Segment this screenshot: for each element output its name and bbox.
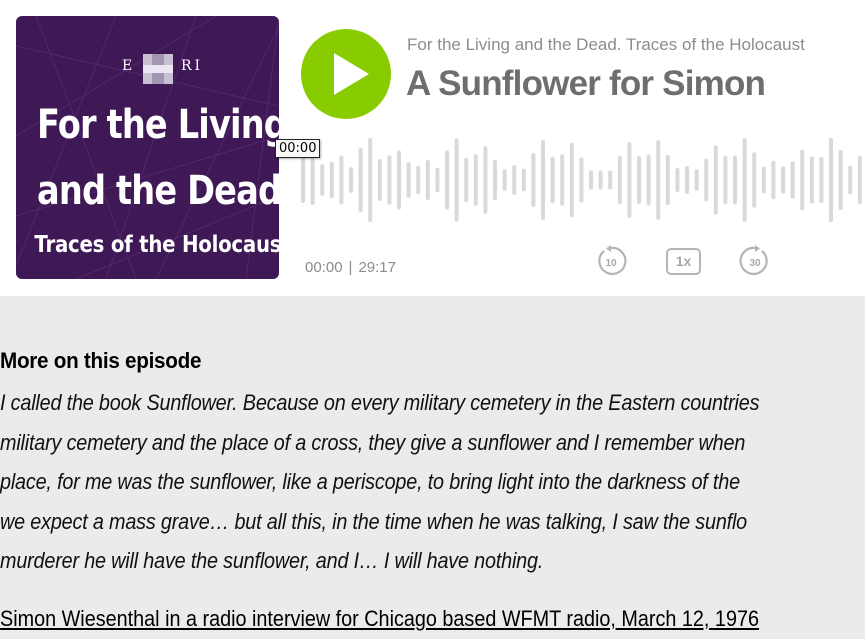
waveform-bar [406, 162, 411, 198]
logo-letter-e: E [122, 58, 136, 74]
podcast-cover-art: E RI For the Living and the Dead Traces … [16, 16, 279, 279]
waveform-bar [790, 161, 795, 199]
waveform-bar [781, 166, 785, 194]
waveform-bar [829, 138, 833, 222]
hover-time-tooltip: 00:00 [275, 139, 321, 158]
waveform-bar [377, 159, 382, 201]
podcast-player: E RI For the Living and the Dead Traces … [0, 0, 865, 296]
waveform-bar [723, 155, 728, 205]
rewind-label: 10 [605, 258, 617, 269]
waveform-bar [761, 166, 766, 194]
waveform-bar [541, 139, 545, 221]
waveform-bar [464, 157, 469, 203]
play-icon [334, 53, 369, 95]
waveform-bar [848, 165, 853, 195]
waveform-bar [320, 164, 325, 196]
time-readout: 00:00 | 29:17 [305, 259, 396, 276]
cover-title-line-1: For the Living [37, 102, 279, 148]
waveform-bar [800, 149, 805, 211]
waveform-bar [752, 152, 757, 208]
episode-quote: I called the book Sunflower. Because on … [0, 383, 865, 581]
waveform-bar [425, 160, 430, 200]
waveform-bar [473, 154, 478, 206]
waveform-bar [560, 154, 565, 206]
waveform-bar [512, 165, 517, 195]
waveform-bar [771, 160, 776, 200]
waveform-bar [531, 153, 536, 207]
waveform-bar [310, 155, 315, 205]
waveform-bar [665, 154, 670, 206]
episode-notes-heading: More on this episode [0, 348, 202, 373]
waveform-bar [416, 165, 421, 195]
waveform-bar [637, 155, 641, 205]
waveform-bar [358, 148, 363, 212]
cover-title-line-2: and the Dead [37, 168, 279, 214]
waveform-bar [675, 168, 680, 192]
waveform-bar [483, 146, 488, 214]
waveform-bar [502, 168, 507, 192]
waveform-bar [589, 170, 593, 190]
current-time: 00:00 [305, 259, 343, 276]
waveform-bar [809, 156, 814, 204]
waveform-bar [387, 155, 392, 205]
waveform-bar [521, 168, 526, 192]
waveform-bar [339, 155, 344, 205]
waveform-bar [694, 169, 699, 191]
waveform-bar [704, 158, 709, 202]
waveform-bar [550, 156, 555, 204]
waveform-bar [569, 142, 574, 218]
duration: 29:17 [358, 259, 396, 276]
waveform-bar [368, 138, 373, 222]
waveform-bar [617, 155, 622, 205]
attribution-link[interactable]: Simon Wiesenthal in a radio interview fo… [0, 603, 759, 635]
quote-line: place, for me was the sunflower, like a … [0, 469, 740, 494]
forward-label: 30 [749, 258, 761, 269]
cover-subtitle: Traces of the Holocaust [34, 232, 279, 258]
waveform-bar [598, 170, 603, 190]
waveform-bar [579, 157, 584, 203]
waveform-bar [349, 167, 353, 193]
play-button[interactable] [301, 29, 391, 119]
waveform-bar [857, 155, 862, 205]
playback-speed-button[interactable]: 1x [666, 248, 701, 275]
waveform-bar [819, 156, 824, 204]
waveform-bar [301, 157, 305, 203]
episode-title: A Sunflower for Simon [406, 64, 766, 103]
series-title: For the Living and the Dead. Traces of t… [407, 35, 805, 54]
waveform-bar [838, 149, 843, 211]
waveform-bar [329, 161, 334, 199]
waveform-bar [685, 166, 689, 194]
waveform-bar [742, 138, 747, 222]
waveform-bar [454, 138, 459, 222]
quote-line: murderer he will have the sunflower, and… [0, 548, 544, 573]
rewind-icon: 10 [598, 245, 627, 275]
audio-waveform[interactable] [301, 130, 865, 230]
waveform-bar [435, 167, 440, 193]
waveform-bar [646, 154, 651, 206]
quote-line: I called the book Sunflower. Because on … [0, 390, 760, 415]
logo-h-mark [143, 54, 173, 84]
waveform-bar [493, 160, 497, 200]
ehri-logo: E RI [16, 52, 279, 92]
episode-notes: More on this episode I called the book S… [0, 345, 865, 631]
waveform-bar [397, 150, 401, 210]
rewind-10-button[interactable]: 10 [595, 245, 627, 277]
forward-icon: 30 [739, 245, 768, 275]
waveform-bar [733, 155, 737, 205]
waveform-bar [713, 145, 718, 215]
waveform-bar [445, 150, 449, 210]
forward-30-button[interactable]: 30 [739, 245, 771, 277]
quote-line: we expect a mass grave… but all this, in… [0, 508, 748, 534]
quote-line: military cemetery and the place of a cro… [0, 429, 746, 455]
waveform-bar [608, 170, 613, 190]
logo-letters-ri: RI [181, 58, 204, 74]
time-separator: | [348, 259, 353, 276]
waveform-bar [656, 140, 661, 220]
waveform-bar [627, 142, 632, 218]
